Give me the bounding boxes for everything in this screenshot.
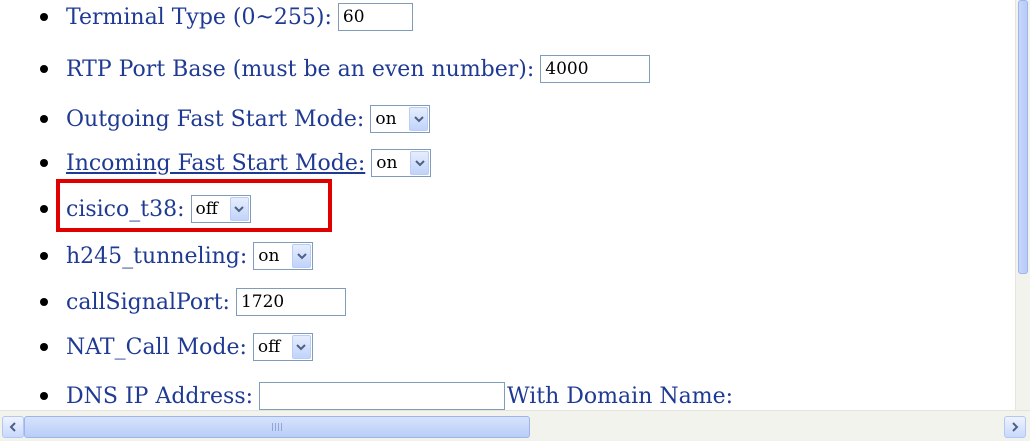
highlight-annotation-box xyxy=(56,179,332,232)
bullet xyxy=(40,65,48,73)
bullet xyxy=(40,252,48,260)
setting-rtp-port-base: RTP Port Base (must be an even number): … xyxy=(40,49,651,89)
bullet xyxy=(40,343,48,351)
select-value: on xyxy=(258,246,280,266)
bullet xyxy=(40,392,48,400)
chevron-down-icon[interactable] xyxy=(409,107,429,131)
select-value: on xyxy=(376,153,398,173)
rtp-port-base-label: RTP Port Base (must be an even number): xyxy=(66,56,535,82)
select-value: on xyxy=(375,109,397,129)
incoming-fast-start-select[interactable]: on xyxy=(371,149,432,177)
terminal-type-input[interactable]: 60 xyxy=(337,3,413,31)
chevron-down-icon[interactable] xyxy=(291,335,311,359)
call-signal-port-label: callSignalPort: xyxy=(66,289,230,315)
dns-ip-address-input[interactable] xyxy=(259,382,506,410)
chevron-down-icon[interactable] xyxy=(410,151,430,175)
h245-tunneling-select[interactable]: on xyxy=(253,242,314,270)
outgoing-fast-start-select[interactable]: on xyxy=(370,105,431,133)
bullet xyxy=(40,205,48,213)
bullet xyxy=(40,298,48,306)
horizontal-scroll-thumb[interactable] xyxy=(24,416,530,438)
horizontal-scrollbar[interactable] xyxy=(0,410,1030,441)
setting-h245-tunneling: h245_tunneling: on xyxy=(40,236,314,276)
incoming-fast-start-label: Incoming Fast Start Mode: xyxy=(66,150,366,176)
call-signal-port-input[interactable]: 1720 xyxy=(235,288,346,316)
setting-call-signal-port: callSignalPort: 1720 xyxy=(40,282,346,322)
setting-nat-call-mode: NAT_Call Mode: off xyxy=(40,327,313,367)
grip-icon xyxy=(272,423,282,431)
setting-terminal-type: Terminal Type (0~255): 60 xyxy=(40,0,413,37)
arrow-left-icon[interactable] xyxy=(2,416,24,438)
rtp-port-base-input[interactable]: 4000 xyxy=(540,55,651,83)
arrow-right-icon[interactable] xyxy=(1004,416,1026,438)
nat-call-mode-label: NAT_Call Mode: xyxy=(66,334,247,360)
bullet xyxy=(40,115,48,123)
bullet xyxy=(40,13,48,21)
setting-incoming-fast-start: Incoming Fast Start Mode: on xyxy=(40,143,432,183)
vertical-scrollbar[interactable] xyxy=(1015,0,1030,410)
terminal-type-label: Terminal Type (0~255): xyxy=(66,4,332,30)
nat-call-mode-select[interactable]: off xyxy=(252,333,313,361)
dns-ip-address-label: DNS IP Address: xyxy=(66,383,254,409)
vertical-scroll-thumb[interactable] xyxy=(1018,0,1028,274)
bullet xyxy=(40,159,48,167)
h245-tunneling-label: h245_tunneling: xyxy=(66,243,248,269)
select-value: off xyxy=(257,337,281,357)
chevron-down-icon[interactable] xyxy=(292,244,312,268)
setting-dns-ip-address: DNS IP Address: With Domain Name: xyxy=(40,376,733,410)
domain-name-label: With Domain Name: xyxy=(507,383,734,409)
outgoing-fast-start-label: Outgoing Fast Start Mode: xyxy=(66,106,365,132)
settings-page: Terminal Type (0~255): 60 RTP Port Base … xyxy=(0,0,1016,410)
setting-outgoing-fast-start: Outgoing Fast Start Mode: on xyxy=(40,99,431,139)
